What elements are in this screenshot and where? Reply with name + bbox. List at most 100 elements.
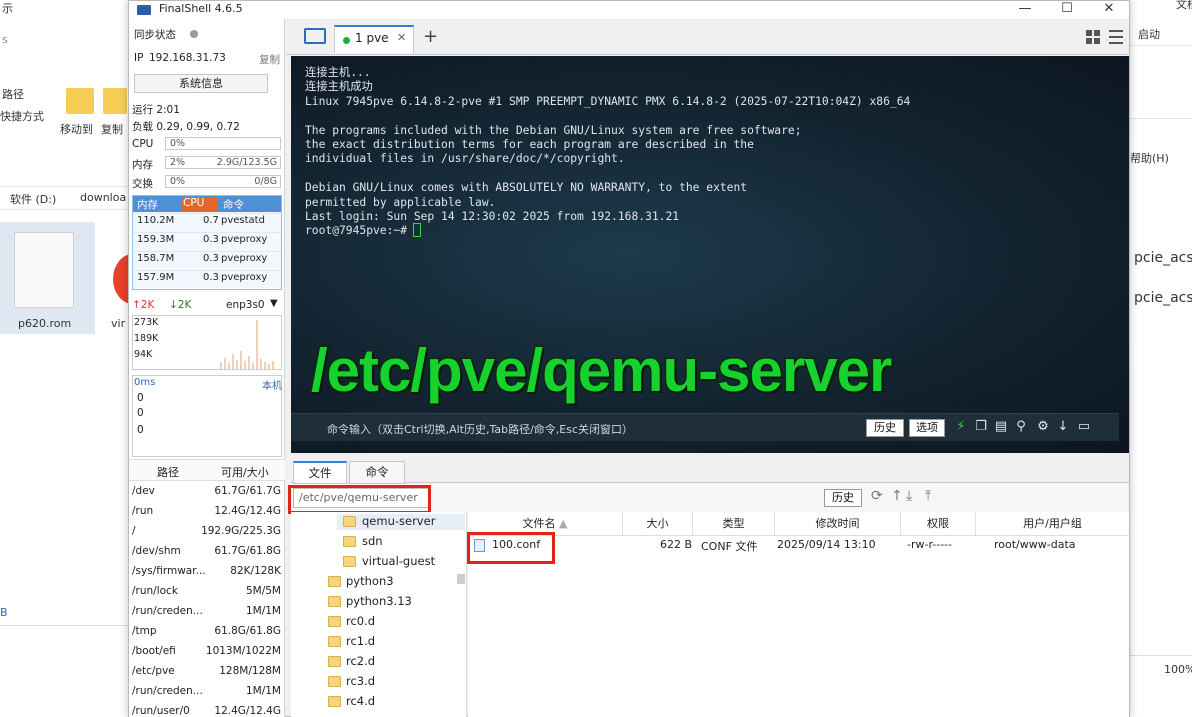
right-help-menu[interactable]: 帮助(H) (1130, 150, 1169, 166)
disk-col-path[interactable]: 路径 (157, 464, 179, 480)
proc-col-cmd[interactable]: 命令 (223, 197, 244, 212)
folder-icon (328, 596, 341, 607)
terminal-cursor (413, 223, 421, 237)
minimize-button[interactable]: — (1005, 1, 1045, 19)
sort-up-icon: ▲ (559, 517, 568, 530)
mem-percent: 2% (170, 157, 186, 168)
tree-item[interactable]: sdn (362, 534, 383, 548)
right-start-button[interactable]: 启动 (1138, 26, 1160, 42)
col-permission[interactable]: 权限 (901, 512, 976, 535)
proc-col-cpu[interactable]: CPU (181, 197, 217, 211)
folder-open-icon[interactable] (304, 28, 326, 44)
copy-icon[interactable]: ❐ (973, 419, 989, 435)
disk-row[interactable]: /sys/firmwar... 82K/128K (129, 562, 285, 582)
chevron-down-icon[interactable]: ▼ (270, 298, 278, 309)
tree-item[interactable]: python3.13 (346, 594, 412, 608)
disk-row[interactable]: /run/user/0 12.4G/12.4G (129, 702, 285, 717)
explorer-copy-to-button[interactable]: 复制 (101, 121, 123, 137)
explorer-drive-sub[interactable]: downloa (80, 191, 126, 204)
path-history-button[interactable]: 历史 (824, 489, 862, 507)
upload-icon[interactable]: ⤒ (925, 488, 931, 504)
menu-icon[interactable] (1109, 30, 1123, 44)
window-icon[interactable]: ▭ (1076, 419, 1092, 435)
disk-row[interactable]: /dev/shm 61.7G/61.8G (129, 542, 285, 562)
process-row[interactable]: 158.7M 0.3 pveproxy (133, 251, 281, 270)
network-interface-select[interactable]: enp3s0 (226, 299, 265, 311)
cpu-percent: 0% (170, 138, 186, 149)
terminal-area[interactable]: 连接主机... 连接主机成功 Linux 7945pve 6.14.8-2-pv… (291, 56, 1129, 453)
explorer-move-to-button[interactable]: 移动到 (60, 121, 93, 137)
col-mtime[interactable]: 修改时间 (775, 512, 901, 535)
disk-size: 61.8G/61.8G (214, 625, 281, 637)
process-row[interactable]: 157.9M 0.3 pveproxy (133, 270, 281, 289)
latency-host[interactable]: 本机 (262, 377, 282, 392)
process-row[interactable]: 110.2M 0.7 pvestatd (133, 213, 281, 232)
folder-icon (343, 556, 356, 567)
folder-icon (328, 616, 341, 627)
maximize-button[interactable]: ☐ (1047, 1, 1087, 19)
process-row[interactable]: 159.3M 0.3 pveproxy (133, 232, 281, 251)
disk-row[interactable]: /tmp 61.8G/61.8G (129, 622, 285, 642)
explorer-drive-path[interactable]: 软件 (D:) (10, 191, 56, 207)
tree-item[interactable]: rc2.d (346, 654, 375, 668)
disk-col-size[interactable]: 可用/大小 (221, 464, 269, 480)
tree-scrollbar[interactable] (457, 574, 465, 584)
disk-row[interactable]: /etc/pve 128M/128M (129, 662, 285, 682)
tree-item[interactable]: python3 (346, 574, 394, 588)
paste-icon[interactable]: ▤ (993, 419, 1009, 435)
tree-item[interactable]: qemu-server (362, 514, 435, 528)
session-tab-pve[interactable]: 1 pve ✕ (334, 25, 414, 53)
history-button[interactable]: 历史 (866, 419, 904, 437)
highlight-box (288, 485, 431, 514)
close-tab-icon[interactable]: ✕ (397, 31, 406, 44)
download-icon[interactable]: ⤓ (906, 488, 912, 504)
refresh-icon[interactable]: ⟳ (871, 488, 883, 504)
lightning-icon[interactable]: ⚡ (953, 419, 969, 435)
disk-row[interactable]: /run/lock 5M/5M (129, 582, 285, 602)
tab-commands[interactable]: 命令 (349, 461, 405, 484)
col-owner[interactable]: 用户/用户组 (976, 512, 1129, 535)
col-type[interactable]: 类型 (693, 512, 775, 535)
disk-row[interactable]: / 192.9G/225.3G (129, 522, 285, 542)
disk-size: 12.4G/12.4G (214, 505, 281, 517)
search-icon[interactable]: ⚲ (1013, 419, 1029, 435)
options-button[interactable]: 选项 (909, 419, 945, 437)
proc-col-mem[interactable]: 内存 (137, 197, 158, 212)
arrow-down-icon[interactable]: ↓ (1055, 419, 1071, 435)
highlight-box (467, 532, 555, 564)
close-window-button[interactable]: ✕ (1089, 1, 1129, 19)
right-zoom-level: 100% (1164, 663, 1192, 676)
col-size[interactable]: 大小 (623, 512, 693, 535)
tree-item[interactable]: rc1.d (346, 634, 375, 648)
disk-row[interactable]: /run/creden... 1M/1M (129, 602, 285, 622)
disk-row[interactable]: /boot/efi 1013M/1022M (129, 642, 285, 662)
command-input-placeholder[interactable]: 命令输入（双击Ctrl切换,Alt历史,Tab路径/命令,Esc关闭窗口） (327, 421, 633, 437)
grid-view-icon[interactable] (1086, 30, 1100, 44)
disk-usage-table: 路径 可用/大小 /dev 61.7G/61.7G /run 12.4G/12.4G… (129, 459, 285, 717)
up-dir-icon[interactable]: ↑ (891, 488, 903, 504)
folder-icon (343, 536, 356, 547)
folder-icon (328, 676, 341, 687)
command-input-bar[interactable]: 命令输入（双击Ctrl切换,Alt历史,Tab路径/命令,Esc关闭窗口） 历史… (291, 413, 1119, 441)
tree-item[interactable]: virtual-guest (362, 554, 435, 568)
explorer-file-name[interactable]: p620.rom (18, 317, 71, 330)
tree-item[interactable]: rc0.d (346, 614, 375, 628)
folder-icon (328, 656, 341, 667)
tab-files[interactable]: 文件 (293, 461, 347, 484)
gear-icon[interactable]: ⚙ (1035, 419, 1051, 435)
explorer-file-name[interactable]: vir (111, 317, 125, 330)
add-tab-button[interactable]: + (423, 26, 438, 47)
disk-row[interactable]: /run 12.4G/12.4G (129, 502, 285, 522)
disk-row[interactable]: /run/creden... 1M/1M (129, 682, 285, 702)
file-path-bar: /etc/pve/qemu-server 历史 ⟳ ↑ ⤓ ⤒ (288, 484, 1129, 514)
net-upload: ↑2K (132, 299, 155, 311)
copy-ip-button[interactable]: 复制 (259, 52, 280, 67)
tree-item[interactable]: rc3.d (346, 674, 375, 688)
system-info-button[interactable]: 系统信息 (134, 74, 268, 93)
window-title: FinalShell 4.6.5 (159, 2, 243, 15)
tree-item[interactable]: rc4.d (346, 694, 375, 708)
disk-size: 61.7G/61.8G (214, 545, 281, 557)
proc-cmd: pveproxy (221, 272, 268, 283)
disk-row[interactable]: /dev 61.7G/61.7G (129, 482, 285, 502)
title-bar[interactable]: FinalShell 4.6.5 — ☐ ✕ (129, 1, 1129, 19)
